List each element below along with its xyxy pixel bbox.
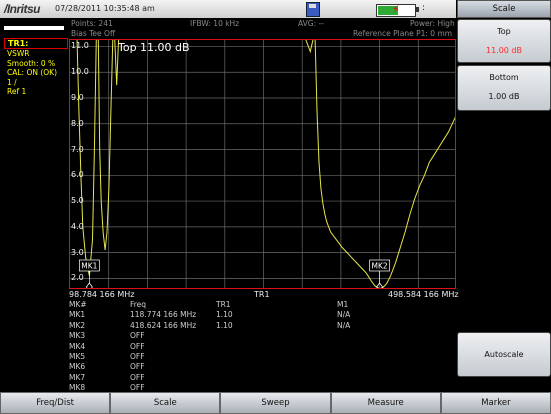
marker-cell: N/A — [337, 310, 351, 320]
save-icon[interactable] — [306, 2, 320, 17]
battery-tip — [416, 7, 419, 12]
top-button[interactable]: Top 11.00 dB — [457, 19, 551, 63]
trace-title: TR1: — [4, 38, 68, 49]
ifbw-info: IFBW: 10 kHz — [190, 19, 240, 28]
avg-info: AVG: -- — [298, 19, 324, 28]
points-info: Points: 241 — [71, 19, 113, 28]
trace-line — [76, 40, 455, 288]
bottom-label: Bottom — [489, 73, 519, 82]
anritsu-logo: /Inritsu — [4, 2, 41, 16]
bottom-value: 1.00 dB — [488, 92, 520, 101]
datetime: 07/28/2011 10:35:48 am — [55, 4, 155, 13]
trace-panel[interactable]: TR1: VSWR Smooth: 0 % CAL: ON (OK) 1 / R… — [4, 38, 68, 97]
marker-cell: MK8 — [69, 383, 86, 393]
marker-cell: MK3 — [69, 331, 86, 341]
autoscale-button[interactable]: Autoscale — [457, 332, 551, 377]
measure-button[interactable]: Measure — [330, 392, 441, 414]
marker-cell: MK1 — [69, 310, 86, 320]
col-m1: M1 — [337, 300, 349, 309]
stop-frequency: 498.584 166 MHz — [388, 290, 459, 299]
trace-label: TR1 — [254, 290, 270, 299]
reference-plane-info: Reference Plane P1: 0 mm — [353, 29, 453, 38]
y-tick-label: 3.0 — [71, 247, 84, 257]
marker-cell: 1.10 — [216, 310, 233, 320]
y-tick-label: 4.0 — [71, 221, 84, 231]
title-bar: /Inritsu 07/28/2011 10:35:48 am ⚡ : — [0, 0, 456, 18]
scale-button[interactable]: Scale — [110, 392, 221, 414]
y-tick-label: 2.0 — [71, 273, 84, 283]
marker-label: MK1 — [81, 262, 97, 271]
battery-icon: ⚡ — [376, 3, 416, 17]
marker-cell: OFF — [130, 362, 145, 372]
marker-label: MK2 — [372, 262, 388, 271]
col-freq: Freq — [130, 300, 147, 309]
marker-cell: OFF — [130, 351, 145, 361]
top-label: Top — [497, 27, 511, 36]
y-tick-label: 5.0 — [71, 196, 84, 206]
marker-cell: MK5 — [69, 351, 86, 361]
trace-scale: 1 / — [7, 77, 17, 87]
top-value: 11.00 dB — [485, 46, 522, 55]
y-tick-label: 6.0 — [71, 170, 84, 180]
y-tick-label: 8.0 — [71, 118, 84, 128]
sweep-button[interactable]: Sweep — [220, 392, 331, 414]
y-tick-label: 11.0 — [71, 41, 89, 51]
start-frequency: 98.784 166 MHz — [69, 290, 135, 299]
marker-button[interactable]: Marker — [440, 392, 551, 414]
marker-cell: OFF — [130, 341, 145, 351]
marker-cell: 1.10 — [216, 320, 233, 330]
marker-cell: 418.624 166 MHz — [130, 320, 197, 330]
marker-cell: OFF — [130, 331, 145, 341]
y-tick-label: 7.0 — [71, 144, 84, 154]
bottom-button[interactable]: Bottom 1.00 dB — [457, 65, 551, 111]
col-tr1: TR1 — [216, 300, 231, 309]
marker-cell: MK7 — [69, 372, 86, 382]
trace-cal: CAL: ON (OK) — [7, 68, 58, 77]
side-menu: Scale Top 11.00 dB Bottom 1.00 dB Autosc… — [457, 0, 551, 377]
y-tick-label: 9.0 — [71, 92, 84, 102]
plot-title: Top 11.00 dB — [118, 41, 190, 54]
power-info: Power: High — [410, 19, 455, 28]
marker-cell: MK6 — [69, 362, 86, 372]
charging-icon: ⚡ — [392, 3, 400, 16]
vswr-plot[interactable]: MK1 MK2 — [69, 39, 456, 289]
battery-indicator: : — [422, 3, 426, 13]
marker-cell: MK2 — [69, 320, 86, 330]
trace-smooth: Smooth: 0 % — [7, 58, 56, 68]
trace-format: VSWR — [7, 49, 30, 58]
col-mk: MK# — [69, 300, 87, 309]
marker-cell: OFF — [130, 383, 145, 393]
y-tick-label: 10.0 — [71, 67, 89, 77]
trace-title-bar — [4, 26, 64, 30]
plot-canvas: MK1 MK2 — [70, 40, 455, 288]
trace-ref: Ref 1 — [7, 87, 27, 96]
marker-cell: OFF — [130, 372, 145, 382]
scale-menu-title: Scale — [457, 0, 551, 18]
freq-dist-button[interactable]: Freq/Dist — [0, 392, 111, 414]
marker-diamond — [85, 282, 93, 288]
marker-cell: 118.774 166 MHz — [130, 310, 197, 320]
marker-cell: MK4 — [69, 341, 86, 351]
bias-tee-info: Bias Tee Off — [71, 29, 116, 38]
marker-cell: N/A — [337, 320, 351, 330]
bottom-menu-bar: Freq/Dist Scale Sweep Measure Marker — [0, 392, 551, 414]
